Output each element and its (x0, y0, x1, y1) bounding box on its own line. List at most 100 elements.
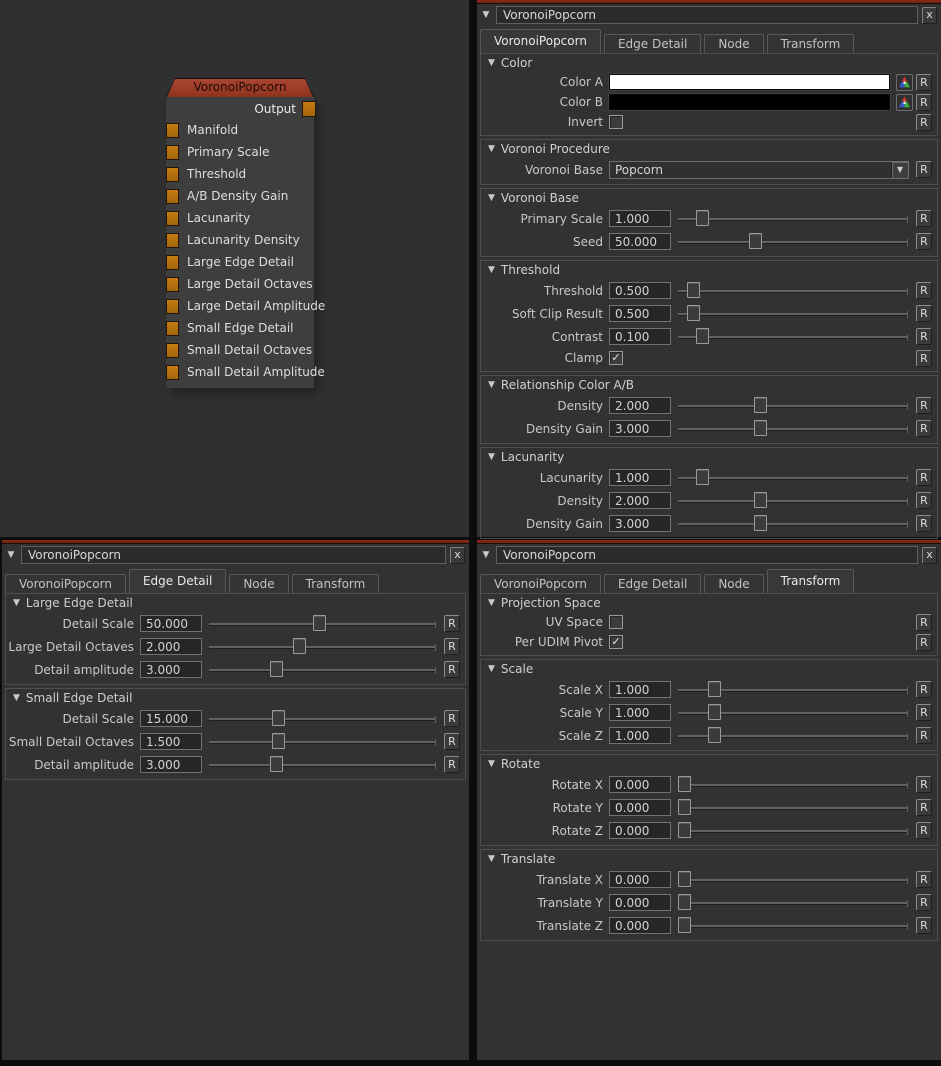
param-slider[interactable] (678, 523, 907, 525)
param-slider[interactable] (678, 925, 907, 927)
param-slider[interactable] (209, 764, 435, 766)
clamp-checkbox[interactable]: ✓ (609, 351, 623, 365)
panel-title-field[interactable]: VoronoiPopcorn (496, 546, 918, 564)
section-collapse-icon[interactable]: ▼ (13, 693, 20, 703)
param-slider[interactable] (678, 313, 907, 315)
invert-checkbox[interactable] (609, 115, 623, 129)
param-slider[interactable] (209, 741, 435, 743)
color-swatch[interactable] (609, 94, 890, 110)
param-slider[interactable] (209, 718, 435, 720)
slider-handle[interactable] (754, 397, 767, 413)
section-collapse-icon[interactable]: ▼ (488, 598, 495, 608)
tab-voronoipopcorn[interactable]: VoronoiPopcorn (480, 29, 601, 53)
reset-button[interactable]: R (916, 397, 932, 414)
section-collapse-icon[interactable]: ▼ (488, 193, 495, 203)
tab-voronoipopcorn[interactable]: VoronoiPopcorn (5, 574, 126, 593)
uv-space-checkbox[interactable] (609, 615, 623, 629)
node-graph-canvas[interactable]: VoronoiPopcorn Output Manifold Primary S… (0, 0, 469, 537)
reset-button[interactable]: R (916, 161, 932, 178)
tab-edge-detail[interactable]: Edge Detail (604, 574, 701, 593)
input-port[interactable] (166, 123, 179, 138)
param-slider[interactable] (678, 735, 907, 737)
tab-transform[interactable]: Transform (292, 574, 380, 593)
section-collapse-icon[interactable]: ▼ (13, 598, 20, 608)
param-slider[interactable] (678, 902, 907, 904)
param-value-field[interactable]: 0.500 (609, 305, 671, 322)
reset-button[interactable]: R (916, 871, 932, 888)
panel-title-field[interactable]: VoronoiPopcorn (496, 6, 918, 24)
param-slider[interactable] (678, 241, 907, 243)
param-slider[interactable] (678, 712, 907, 714)
param-slider[interactable] (678, 477, 907, 479)
param-value-field[interactable]: 1.000 (609, 704, 671, 721)
param-value-field[interactable]: 3.000 (140, 756, 202, 773)
param-value-field[interactable]: 0.000 (609, 776, 671, 793)
reset-button[interactable]: R (916, 328, 932, 345)
tab-edge-detail[interactable]: Edge Detail (129, 569, 226, 593)
per-udim-pivot-checkbox[interactable]: ✓ (609, 635, 623, 649)
input-port[interactable] (166, 365, 179, 380)
input-port[interactable] (166, 145, 179, 160)
slider-handle[interactable] (272, 710, 285, 726)
slider-handle[interactable] (754, 515, 767, 531)
reset-button[interactable]: R (916, 114, 932, 131)
section-collapse-icon[interactable]: ▼ (488, 144, 495, 154)
param-slider[interactable] (678, 807, 907, 809)
reset-button[interactable]: R (916, 681, 932, 698)
reset-button[interactable]: R (916, 614, 932, 631)
reset-button[interactable]: R (916, 469, 932, 486)
slider-handle[interactable] (708, 727, 721, 743)
slider-handle[interactable] (293, 638, 306, 654)
node-header[interactable]: VoronoiPopcorn (166, 78, 314, 97)
tab-node[interactable]: Node (704, 34, 763, 53)
color-picker-icon[interactable] (896, 74, 913, 91)
param-value-field[interactable]: 1.000 (609, 727, 671, 744)
reset-button[interactable]: R (916, 282, 932, 299)
reset-button[interactable]: R (916, 894, 932, 911)
slider-handle[interactable] (687, 282, 700, 298)
slider-handle[interactable] (678, 822, 691, 838)
slider-handle[interactable] (754, 492, 767, 508)
section-collapse-icon[interactable]: ▼ (488, 380, 495, 390)
param-value-field[interactable]: 0.000 (609, 871, 671, 888)
section-collapse-icon[interactable]: ▼ (488, 58, 495, 68)
reset-button[interactable]: R (916, 420, 932, 437)
param-value-field[interactable]: 2.000 (609, 492, 671, 509)
param-value-field[interactable]: 3.000 (609, 515, 671, 532)
voronoi-base-dropdown[interactable]: Popcorn ▼ (609, 161, 909, 179)
param-slider[interactable] (678, 405, 907, 407)
slider-handle[interactable] (708, 681, 721, 697)
reset-button[interactable]: R (916, 350, 932, 367)
param-slider[interactable] (678, 830, 907, 832)
reset-button[interactable]: R (916, 210, 932, 227)
node-body[interactable]: Output Manifold Primary Scale Threshold … (166, 97, 314, 388)
reset-button[interactable]: R (916, 822, 932, 839)
input-port[interactable] (166, 299, 179, 314)
section-collapse-icon[interactable]: ▼ (488, 265, 495, 275)
input-port[interactable] (166, 277, 179, 292)
tab-node[interactable]: Node (704, 574, 763, 593)
param-slider[interactable] (678, 428, 907, 430)
close-icon[interactable]: x (922, 547, 937, 564)
panel-collapse-arrow-icon[interactable]: ▼ (480, 10, 492, 20)
input-port[interactable] (166, 189, 179, 204)
reset-button[interactable]: R (916, 492, 932, 509)
param-slider[interactable] (678, 336, 907, 338)
tab-node[interactable]: Node (229, 574, 288, 593)
tab-transform[interactable]: Transform (767, 569, 855, 593)
slider-handle[interactable] (754, 420, 767, 436)
reset-button[interactable]: R (444, 638, 460, 655)
param-slider[interactable] (678, 500, 907, 502)
param-value-field[interactable]: 1.500 (140, 733, 202, 750)
slider-handle[interactable] (687, 305, 700, 321)
param-value-field[interactable]: 3.000 (609, 420, 671, 437)
close-icon[interactable]: x (450, 547, 465, 564)
param-value-field[interactable]: 1.000 (609, 681, 671, 698)
slider-handle[interactable] (696, 210, 709, 226)
reset-button[interactable]: R (916, 74, 932, 91)
param-value-field[interactable]: 3.000 (140, 661, 202, 678)
param-value-field[interactable]: 0.000 (609, 917, 671, 934)
reset-button[interactable]: R (916, 515, 932, 532)
param-slider[interactable] (678, 218, 907, 220)
slider-handle[interactable] (270, 661, 283, 677)
